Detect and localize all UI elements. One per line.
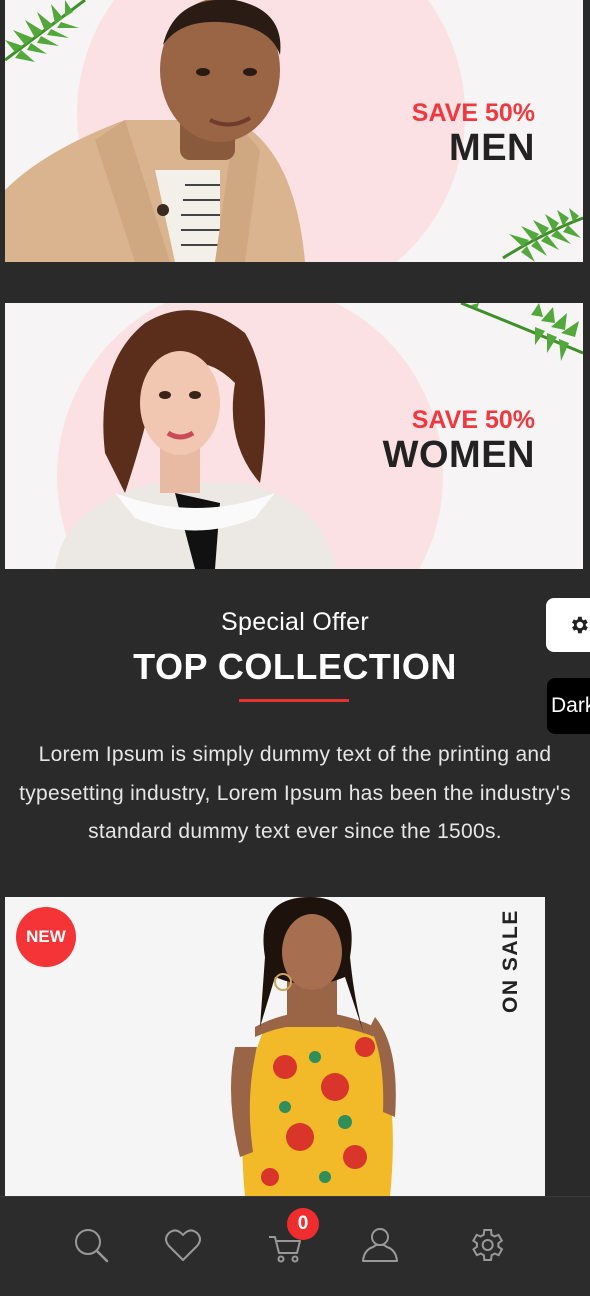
dark-mode-toggle[interactable]: Dark xyxy=(547,678,590,734)
nav-search-button[interactable] xyxy=(71,1225,111,1265)
product-image xyxy=(231,897,396,1196)
settings-toggle-button[interactable] xyxy=(546,598,590,652)
section-description: Lorem Ipsum is simply dummy text of the … xyxy=(19,743,571,843)
section-subtitle: Special Offer xyxy=(221,608,369,636)
new-badge: NEW xyxy=(16,907,76,967)
gear-icon xyxy=(472,1229,504,1261)
product-card[interactable]: NEW ON SALE xyxy=(5,897,545,1196)
discount-label: SAVE 50% xyxy=(411,406,535,434)
user-icon xyxy=(362,1228,398,1262)
on-sale-label: ON SALE xyxy=(499,909,522,1013)
nav-wishlist-button[interactable] xyxy=(163,1225,203,1265)
gear-icon xyxy=(572,616,588,634)
offer-text: SAVE 50% WOMEN xyxy=(383,405,535,475)
category-label: WOMEN xyxy=(382,434,535,476)
heart-icon xyxy=(165,1229,201,1261)
leaf-decoration xyxy=(460,303,583,361)
discount-label: SAVE 50% xyxy=(411,99,535,127)
banner-women[interactable]: SAVE 50% WOMEN xyxy=(5,303,583,569)
search-icon xyxy=(75,1229,109,1263)
section-title: TOP COLLECTION xyxy=(133,646,457,687)
offer-text: SAVE 50% MEN xyxy=(412,98,535,168)
cart-count-badge: 0 xyxy=(287,1208,319,1240)
banner-men[interactable]: SAVE 50% MEN xyxy=(5,0,583,262)
woman-model-image xyxy=(55,310,335,569)
nav-settings-button[interactable] xyxy=(466,1225,506,1265)
leaf-decoration xyxy=(502,208,583,262)
title-underline xyxy=(239,699,349,702)
category-label: MEN xyxy=(449,127,535,169)
nav-account-button[interactable] xyxy=(360,1225,400,1265)
man-model-image xyxy=(5,0,305,262)
